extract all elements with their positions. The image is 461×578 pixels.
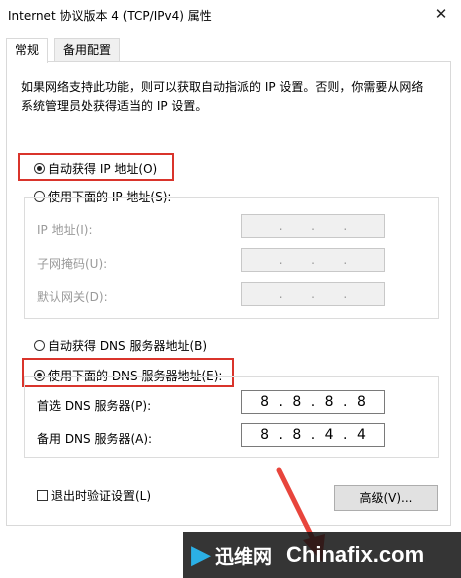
watermark: ▶ 迅维网 Chinafix.com bbox=[183, 532, 461, 578]
tab-general[interactable]: 常规 bbox=[6, 38, 49, 63]
red-arrow-icon bbox=[276, 467, 325, 562]
watermark-logo-icon: ▶ bbox=[191, 540, 211, 570]
watermark-site-text: Chinafix.com bbox=[286, 542, 425, 567]
watermark-logo-text: 迅维网 bbox=[215, 545, 273, 568]
